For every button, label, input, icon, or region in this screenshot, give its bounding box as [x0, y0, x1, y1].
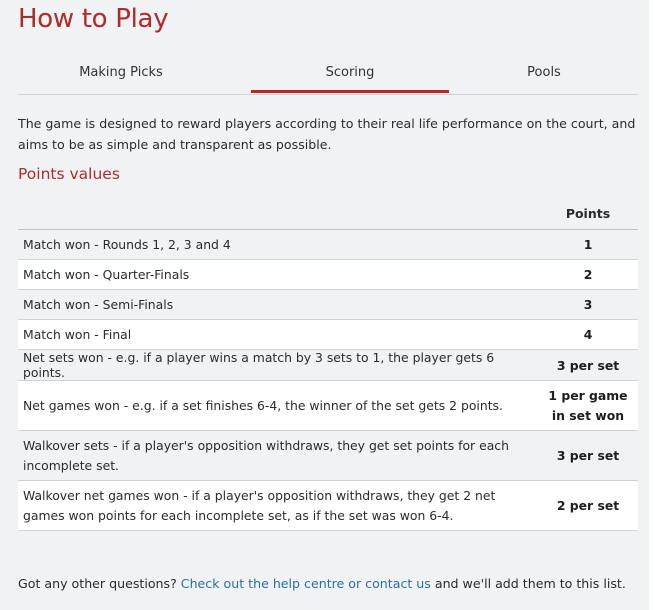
table-row: Net games won - e.g. if a set finishes 6…	[18, 380, 638, 431]
table-row: Match won - Rounds 1, 2, 3 and 4 1	[18, 229, 638, 260]
intro-text: The game is designed to reward players a…	[18, 116, 636, 152]
row-description: Walkover net games won - if a player's o…	[18, 480, 538, 531]
footer-text: Got any other questions? Check out the h…	[18, 576, 626, 591]
points-column-header: Points	[565, 206, 611, 221]
row-description: Match won - Rounds 1, 2, 3 and 4	[18, 229, 538, 260]
tab-scoring[interactable]: Scoring	[251, 60, 449, 93]
table-row: Match won - Semi-Finals 3	[18, 289, 638, 320]
row-description: Walkover sets - if a player's opposition…	[18, 430, 538, 481]
table-row: Match won - Final 4	[18, 319, 638, 350]
row-description: Net sets won - e.g. if a player wins a m…	[18, 349, 538, 381]
row-points: 3	[538, 289, 638, 320]
row-points: 2 per set	[538, 480, 638, 531]
table-row: Net sets won - e.g. if a player wins a m…	[18, 349, 638, 381]
tab-bar: Making Picks Scoring Pools	[18, 60, 638, 95]
row-description: Match won - Semi-Finals	[18, 289, 538, 320]
footer-prefix: Got any other questions?	[18, 576, 181, 591]
row-points: 3 per set	[538, 430, 638, 481]
row-description: Match won - Quarter-Finals	[18, 259, 538, 290]
scrollbar-track[interactable]	[649, 0, 655, 610]
footer-suffix: and we'll add them to this list.	[430, 576, 626, 591]
row-points: 3 per set	[538, 349, 638, 381]
table-row: Walkover net games won - if a player's o…	[18, 480, 638, 531]
tab-making-picks[interactable]: Making Picks	[18, 60, 224, 93]
row-points: 4	[538, 319, 638, 350]
row-points: 1 per game in set won	[538, 380, 638, 431]
row-description: Net games won - e.g. if a set finishes 6…	[18, 380, 538, 431]
table-row: Walkover sets - if a player's opposition…	[18, 430, 638, 481]
help-centre-link[interactable]: Check out the help centre or contact us	[181, 576, 431, 591]
page-title: How to Play	[18, 4, 169, 34]
row-points: 2	[538, 259, 638, 290]
tab-pools[interactable]: Pools	[450, 60, 638, 93]
table-row: Match won - Quarter-Finals 2	[18, 259, 638, 290]
row-description: Match won - Final	[18, 319, 538, 350]
points-table: Match won - Rounds 1, 2, 3 and 4 1 Match…	[18, 229, 638, 531]
section-title: Points values	[18, 165, 120, 183]
row-points: 1	[538, 229, 638, 260]
how-to-play-page: How to Play Making Picks Scoring Pools T…	[0, 0, 639, 610]
